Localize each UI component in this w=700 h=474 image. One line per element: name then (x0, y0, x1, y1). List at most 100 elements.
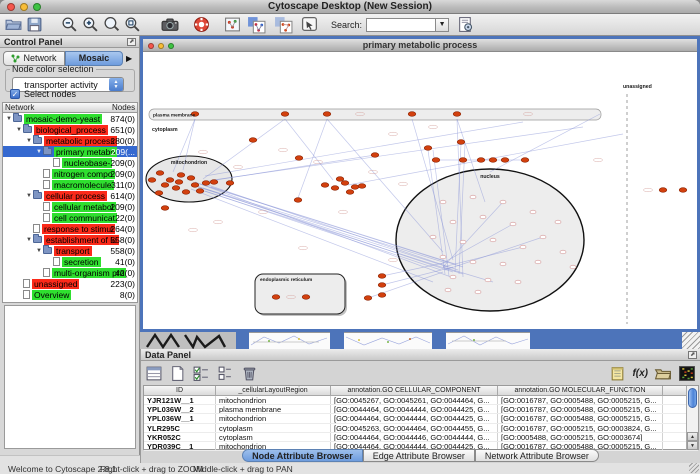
network-node[interactable] (323, 112, 331, 117)
network-node[interactable] (500, 262, 506, 266)
table-row-YJR121W__1[interactable]: YJR121W__1mitochondrion[GO:0045267, GO:0… (144, 396, 698, 405)
expand-triangle-icon[interactable]: ▼ (25, 138, 33, 144)
network-node[interactable] (450, 275, 456, 279)
network-node[interactable] (515, 280, 521, 284)
float-panel-icon[interactable]: ⬈ (688, 351, 697, 359)
tab-edge-attribute-browser[interactable]: Edge Attribute Browser (363, 449, 475, 462)
tree-row-cell-communicat[interactable]: cell communicat22(0) (3, 212, 137, 223)
background-window-edge[interactable] (432, 332, 446, 349)
tab-overflow-arrow-icon[interactable]: ▶ (126, 54, 132, 63)
snapshot-icon[interactable] (161, 15, 179, 35)
table-row-YLR295C[interactable]: YLR295Ccytoplasm[GO:0045263, GO:0044464,… (144, 424, 698, 433)
network-node[interactable] (172, 186, 180, 191)
network-node[interactable] (440, 255, 446, 259)
tree-row-cellular-metabol[interactable]: cellular metabol209(0) (3, 201, 137, 212)
network-node[interactable] (445, 288, 451, 292)
network-node[interactable] (148, 178, 156, 183)
network-node[interactable] (501, 158, 509, 163)
search-input[interactable] (366, 18, 436, 32)
network-node[interactable] (364, 296, 372, 301)
heatmap-icon[interactable] (678, 363, 696, 383)
network-node[interactable] (161, 183, 169, 188)
column-header-1[interactable]: _cellularLayoutRegion (216, 386, 331, 396)
network-node[interactable] (480, 215, 486, 219)
expand-triangle-icon[interactable]: ▼ (5, 116, 13, 122)
table-row-YPL036W__2[interactable]: YPL036W__2plasma membrane[GO:0044464, GO… (144, 405, 698, 414)
background-window-edge[interactable] (530, 332, 682, 349)
network-node[interactable] (453, 112, 461, 117)
network-node[interactable] (659, 188, 667, 193)
network-node[interactable] (182, 190, 190, 195)
table-scrollbar[interactable]: ▲ ▼ (686, 386, 698, 450)
expand-triangle-icon[interactable]: ▼ (35, 248, 43, 254)
import-attributes-icon[interactable] (654, 363, 672, 383)
tab-node-attribute-browser[interactable]: Node Attribute Browser (242, 449, 363, 462)
network-window-titlebar[interactable]: primary metabolic process (143, 39, 697, 52)
tab-network-attribute-browser[interactable]: Network Attribute Browser (475, 449, 599, 462)
graphics-details-red-icon[interactable] (274, 15, 293, 35)
network-node[interactable] (457, 140, 465, 145)
delete-attribute-icon[interactable] (241, 363, 258, 383)
network-node[interactable] (520, 245, 526, 249)
network-node[interactable] (521, 158, 529, 163)
background-window[interactable] (249, 332, 330, 349)
tree-row-mosaic-demo-yeast[interactable]: ▼mosaic-demo-yeast874(0) (3, 113, 137, 124)
tree-row-biological-process[interactable]: ▼biological_process651(0) (3, 124, 137, 135)
expand-triangle-icon[interactable]: ▼ (25, 193, 33, 199)
expand-triangle-icon[interactable]: ▼ (35, 149, 43, 155)
tree-row-cellular-process[interactable]: ▼cellular process614(0) (3, 190, 137, 201)
network-node[interactable] (175, 180, 183, 185)
network-node[interactable] (226, 181, 234, 186)
column-header-3[interactable]: annotation.GO MOLECULAR_FUNCTION (498, 386, 663, 396)
table-row-YPL036W__1[interactable]: YPL036W__1mitochondrion[GO:0044464, GO:0… (144, 414, 698, 423)
tree-row-overview[interactable]: Overview8(0) (3, 289, 137, 300)
network-node[interactable] (210, 180, 218, 185)
unselect-attributes-icon[interactable] (216, 363, 233, 383)
expand-triangle-icon[interactable]: ▼ (15, 127, 23, 133)
network-node[interactable] (202, 181, 210, 186)
select-mode-icon[interactable] (301, 15, 319, 35)
background-window[interactable] (344, 332, 432, 349)
network-node[interactable] (679, 188, 687, 193)
network-node[interactable] (191, 183, 199, 188)
network-node[interactable] (477, 158, 485, 163)
tree-row-secretion[interactable]: secretion41(0) (3, 256, 137, 267)
zoom-out-icon[interactable] (61, 15, 78, 35)
select-nodes-checkbox[interactable]: ✓ Select nodes (10, 88, 76, 99)
network-node[interactable] (331, 186, 339, 191)
network-node[interactable] (432, 158, 440, 163)
network-node[interactable] (378, 293, 386, 298)
network-node[interactable] (177, 173, 185, 178)
tree-row-metabolic-process[interactable]: ▼metabolic process280(0) (3, 135, 137, 146)
network-node[interactable] (485, 278, 491, 282)
network-node[interactable] (196, 189, 204, 194)
network-node[interactable] (302, 295, 310, 300)
window-resize-grip-icon[interactable] (682, 332, 700, 349)
expand-triangle-icon[interactable]: ▼ (25, 237, 33, 243)
network-node[interactable] (459, 158, 467, 163)
network-node[interactable] (155, 191, 163, 196)
tree-row-unassigned[interactable]: unassigned223(0) (3, 278, 137, 289)
tree-row-multi-organism-pro[interactable]: multi-organism pro42(0) (3, 267, 137, 278)
resize-grip-icon[interactable] (689, 463, 699, 473)
attribute-table-icon[interactable] (145, 363, 163, 383)
network-node[interactable] (530, 210, 536, 214)
search-dropdown-button[interactable]: ▼ (436, 18, 449, 32)
tree-row-transport[interactable]: ▼transport558(0) (3, 245, 137, 256)
open-icon[interactable] (5, 15, 22, 35)
attribute-notes-icon[interactable] (609, 363, 626, 383)
background-window-edge[interactable] (330, 332, 344, 349)
network-node[interactable] (424, 146, 432, 151)
network-image-icon[interactable] (224, 15, 241, 35)
network-node[interactable] (378, 283, 386, 288)
network-node[interactable] (249, 138, 257, 143)
birdseye-view[interactable] (4, 305, 136, 449)
float-panel-icon[interactable]: ⬈ (127, 38, 136, 46)
network-node[interactable] (346, 190, 354, 195)
column-header-2[interactable]: annotation.GO CELLULAR_COMPONENT (331, 386, 498, 396)
network-node[interactable] (321, 183, 329, 188)
zoom-in-icon[interactable] (82, 15, 99, 35)
zoom-fit-icon[interactable] (124, 15, 141, 35)
tree-row-establishment-of-lo[interactable]: ▼establishment of lo558(0) (3, 234, 137, 245)
save-icon[interactable] (26, 15, 43, 35)
